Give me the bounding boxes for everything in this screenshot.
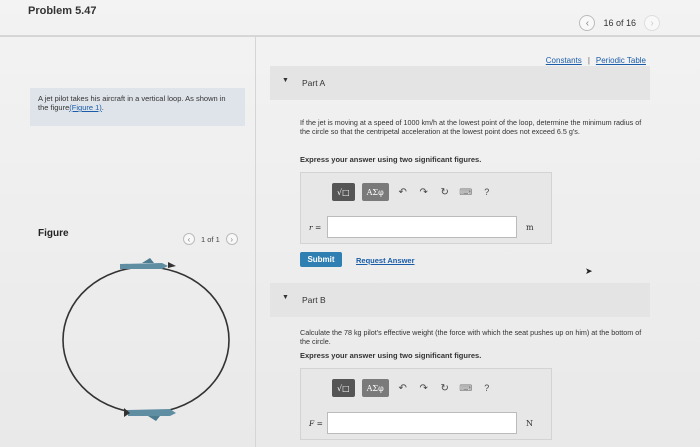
part-a-toolbar: √□ ΑΣφ ↶ ↷ ↻ ⌨ ? xyxy=(332,183,494,201)
keyboard-icon[interactable]: ⌨ xyxy=(459,187,473,198)
top-bar: Problem 5.47 ‹ 16 of 16 › xyxy=(0,0,700,36)
figure-prev-button[interactable]: ‹ xyxy=(183,233,195,245)
part-b-answer-input[interactable] xyxy=(327,412,517,434)
reset-icon[interactable]: ↻ xyxy=(438,383,452,394)
part-a-question: If the jet is moving at a speed of 1000 … xyxy=(300,118,642,136)
request-answer-link[interactable]: Request Answer xyxy=(356,256,415,265)
greek-symbols-button[interactable]: ΑΣφ xyxy=(361,379,389,397)
page-count: 16 of 16 xyxy=(603,18,636,28)
part-a-title: Part A xyxy=(302,78,326,88)
intro-text: A jet pilot takes his aircraft in a vert… xyxy=(38,94,226,112)
figure-link[interactable]: (Figure 1) xyxy=(69,103,102,112)
part-b-title: Part B xyxy=(302,295,326,305)
part-a-variable: r = xyxy=(309,223,322,232)
problem-intro: A jet pilot takes his aircraft in a vert… xyxy=(30,88,245,126)
part-b-header[interactable]: ▼ Part B xyxy=(270,283,650,317)
figure-next-button[interactable]: › xyxy=(225,233,238,245)
part-b-instruction: Express your answer using two significan… xyxy=(300,351,482,360)
jet-top-icon xyxy=(120,258,176,269)
part-a-instruction: Express your answer using two significan… xyxy=(300,155,482,164)
part-a-answer-box: √□ ΑΣφ ↶ ↷ ↻ ⌨ ? r = m xyxy=(300,172,552,244)
collapse-chevron-icon: ▼ xyxy=(282,294,289,301)
templates-button[interactable]: √□ xyxy=(332,379,355,397)
part-b-unit: N xyxy=(526,419,533,428)
part-b-variable: F = xyxy=(309,419,323,428)
mouse-cursor-icon: ➤ xyxy=(585,266,593,276)
next-problem-button[interactable]: › xyxy=(644,15,660,31)
help-icon[interactable]: ? xyxy=(480,187,494,197)
part-a-answer-input[interactable] xyxy=(327,216,517,238)
submit-button[interactable]: Submit xyxy=(300,252,342,267)
column-divider xyxy=(255,36,256,447)
problem-nav: ‹ 16 of 16 › xyxy=(579,15,660,31)
reset-icon[interactable]: ↻ xyxy=(438,187,452,198)
collapse-chevron-icon: ▼ xyxy=(282,77,289,84)
link-separator: | xyxy=(587,56,590,65)
figure-pager: ‹ 1 of 1 › xyxy=(183,233,238,245)
figure-page-count: 1 of 1 xyxy=(201,234,220,244)
constants-link[interactable]: Constants xyxy=(546,56,582,65)
undo-icon[interactable]: ↶ xyxy=(396,383,410,394)
previous-problem-button[interactable]: ‹ xyxy=(579,15,596,31)
part-b-question: Calculate the 78 kg pilot's effective we… xyxy=(300,328,642,346)
jet-bottom-icon xyxy=(124,408,176,421)
problem-title: Problem 5.47 xyxy=(28,5,97,17)
part-b-answer-box: √□ ΑΣφ ↶ ↷ ↻ ⌨ ? F = N xyxy=(300,368,552,440)
figure-label: Figure xyxy=(38,228,69,239)
part-a-header[interactable]: ▼ Part A xyxy=(270,66,650,100)
intro-tail: . xyxy=(101,103,104,112)
undo-icon[interactable]: ↶ xyxy=(396,187,410,198)
loop-figure xyxy=(62,258,230,421)
help-icon[interactable]: ? xyxy=(480,383,494,393)
redo-icon[interactable]: ↷ xyxy=(417,383,431,394)
greek-symbols-button[interactable]: ΑΣφ xyxy=(361,183,389,201)
loop-circle xyxy=(62,266,230,414)
periodic-table-link[interactable]: Periodic Table xyxy=(596,56,646,65)
keyboard-icon[interactable]: ⌨ xyxy=(459,383,473,394)
part-a-unit: m xyxy=(526,223,534,232)
redo-icon[interactable]: ↷ xyxy=(417,187,431,198)
header-divider xyxy=(0,36,700,37)
templates-button[interactable]: √□ xyxy=(332,183,355,201)
reference-links: Constants | Periodic Table xyxy=(546,56,646,65)
screen: Problem 5.47 ‹ 16 of 16 › Constants | Pe… xyxy=(0,0,700,447)
part-b-toolbar: √□ ΑΣφ ↶ ↷ ↻ ⌨ ? xyxy=(332,379,494,397)
